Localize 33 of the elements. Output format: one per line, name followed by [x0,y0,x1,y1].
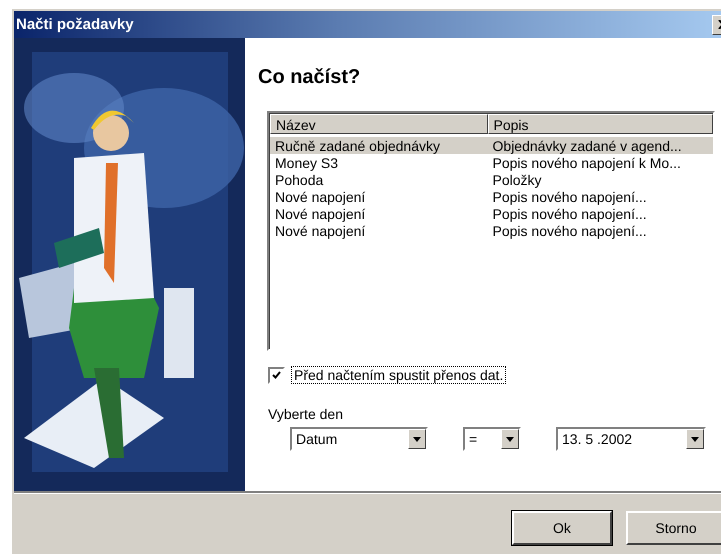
field-dropdown[interactable]: Datum [290,427,428,451]
description-cell-text: Popis nového napojení... [492,222,648,238]
description-cell-text: Položky [492,172,543,188]
description-cell-text: Popis nového napojení... [492,206,648,222]
name-cell-text: Nové napojení [274,188,366,204]
dropdown-arrow-icon[interactable] [413,436,421,442]
date-dropdown[interactable]: 13. 5 .2002 [556,427,706,451]
column-header[interactable]: Název [270,114,488,134]
day-label: Vyberte den [268,406,344,422]
name-cell-text: Ručně zadané objednávky [274,138,442,154]
list-row[interactable]: Ručně zadané objednávky Objednávky zadané v agend... [270,137,713,154]
list-row[interactable]: Money S3 Popis nového napojení k Mo... [270,154,713,171]
checkbox-label[interactable]: Před načtením spustit přenos dat. [291,366,506,384]
name-cell-text: Money S3 [274,154,340,170]
list-row[interactable]: Pohoda Položky [270,171,713,188]
description-cell-text: Popis nového napojení... [492,188,648,204]
column-header[interactable]: Popis [488,114,713,134]
dropdown-arrow-icon[interactable] [691,436,699,442]
ok-button[interactable]: Ok [512,511,612,545]
name-cell-text: Pohoda [274,172,324,188]
list-row[interactable]: Nové napojení Popis nového napojení... [270,205,713,222]
checkmark-icon [272,371,281,379]
operator-dropdown[interactable]: = [463,427,521,451]
list-row[interactable]: Nové napojení Popis nového napojení... [270,222,713,239]
name-cell-text: Nové napojení [274,206,366,222]
heading: Co načíst? [258,66,362,89]
name-cell-text: Nové napojení [274,222,366,238]
list-row[interactable]: Nové napojení Popis nového napojení... [270,188,713,205]
description-cell-text: Objednávky zadané v agend... [492,138,683,154]
description-cell-text: Popis nového napojení k Mo... [492,154,682,170]
dropdown-arrow-icon[interactable] [506,436,514,442]
window-title: Načti požadavky [16,16,134,33]
cancel-button[interactable]: Storno [626,511,721,545]
